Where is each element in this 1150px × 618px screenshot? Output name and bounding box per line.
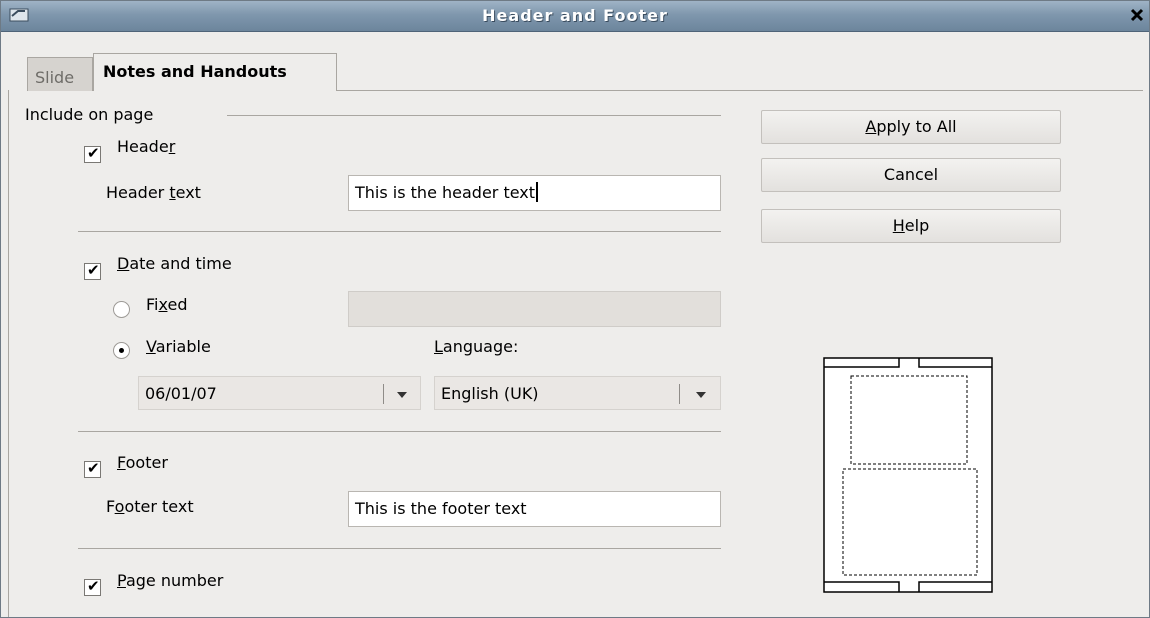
fixed-label-pre: Fi — [146, 295, 159, 314]
footer-checkbox[interactable] — [84, 459, 101, 478]
cancel-button[interactable]: Cancel — [761, 158, 1061, 192]
variable-radio[interactable] — [113, 342, 130, 359]
separator-header — [78, 231, 721, 232]
apply-label: pply to All — [876, 117, 957, 136]
footer-text-label-post: oter text — [124, 497, 194, 516]
separator-date-time — [78, 431, 721, 432]
help-mnemonic: H — [892, 216, 905, 235]
language-value: English (UK) — [441, 384, 539, 403]
tab-slide-label: Slide — [35, 68, 75, 87]
fixed-date-input[interactable] — [348, 291, 721, 327]
fixed-label-post: ed — [167, 295, 188, 314]
header-checkbox[interactable] — [84, 144, 101, 163]
page-number-mnemonic: P — [117, 571, 126, 590]
close-icon[interactable] — [1129, 7, 1145, 23]
date-format-value: 06/01/07 — [145, 384, 217, 403]
chevron-down-icon[interactable] — [397, 392, 407, 398]
language-label: Language: — [434, 337, 518, 356]
language-dropdown[interactable]: English (UK) — [434, 376, 721, 410]
footer-text-label-mnemonic: o — [114, 497, 125, 516]
chevron-down-icon[interactable] — [696, 392, 706, 398]
page-number-checkbox-label[interactable]: Page number — [117, 571, 223, 590]
apply-mnemonic: A — [865, 117, 877, 136]
window-title: Header and Footer — [482, 6, 668, 25]
footer-text-input[interactable]: This is the footer text — [348, 491, 721, 527]
header-text-input[interactable]: This is the header text — [348, 175, 721, 211]
dropdown-divider — [679, 384, 680, 404]
variable-radio-label[interactable]: Variable — [146, 337, 211, 356]
fixed-radio-label[interactable]: Fixed — [146, 295, 187, 314]
page-layout-preview — [823, 357, 993, 593]
footer-text-value: This is the footer text — [355, 499, 527, 518]
header-text-label-pre: Header — [106, 183, 170, 202]
date-time-mnemonic: D — [117, 254, 130, 273]
header-text-label-post: ext — [175, 183, 201, 202]
text-caret — [536, 182, 539, 202]
header-checkbox-label[interactable]: Header — [117, 137, 175, 156]
language-label-mnemonic: L — [434, 337, 443, 356]
apply-to-all-button[interactable]: Apply to All — [761, 110, 1061, 144]
tab-panel-left-border — [8, 90, 9, 617]
date-format-dropdown[interactable]: 06/01/07 — [138, 376, 421, 410]
date-time-checkbox-label[interactable]: Date and time — [117, 254, 232, 273]
date-time-checkbox[interactable] — [84, 261, 101, 280]
help-button[interactable]: Help — [761, 209, 1061, 243]
tab-slide[interactable]: Slide — [27, 57, 93, 91]
footer-mnemonic: F — [117, 453, 126, 472]
variable-label-post: ariable — [155, 337, 211, 356]
footer-text-label-pre: F — [106, 497, 115, 516]
title-bar[interactable]: Header and Footer — [1, 1, 1149, 32]
date-time-label-text: ate and time — [129, 254, 232, 273]
header-text-value: This is the header text — [355, 183, 536, 202]
tab-panel-top-border — [337, 90, 1143, 91]
section-label-include-on-page: Include on page — [25, 105, 154, 124]
tab-notes-and-handouts[interactable]: Notes and Handouts — [93, 53, 337, 91]
separator-footer — [78, 548, 721, 549]
page-number-label-text: age number — [125, 571, 224, 590]
cancel-label: Cancel — [883, 165, 939, 184]
page-number-checkbox[interactable] — [84, 577, 101, 596]
section-separator — [227, 115, 721, 116]
footer-text-label: Footer text — [106, 497, 194, 516]
language-label-post: anguage: — [442, 337, 519, 356]
variable-label-mnemonic: V — [146, 337, 156, 356]
header-checkbox-label-text: Heade — [117, 137, 169, 156]
footer-checkbox-label[interactable]: Footer — [117, 453, 168, 472]
help-label: elp — [904, 216, 930, 235]
header-checkbox-mnemonic: r — [168, 137, 176, 156]
header-footer-dialog: Header and Footer Slide Notes and Handou… — [0, 0, 1150, 618]
fixed-radio[interactable] — [113, 301, 130, 318]
dropdown-divider — [383, 384, 384, 404]
header-text-label: Header text — [106, 183, 201, 202]
footer-label-text: ooter — [125, 453, 168, 472]
tab-notes-label: Notes and Handouts — [103, 62, 287, 81]
